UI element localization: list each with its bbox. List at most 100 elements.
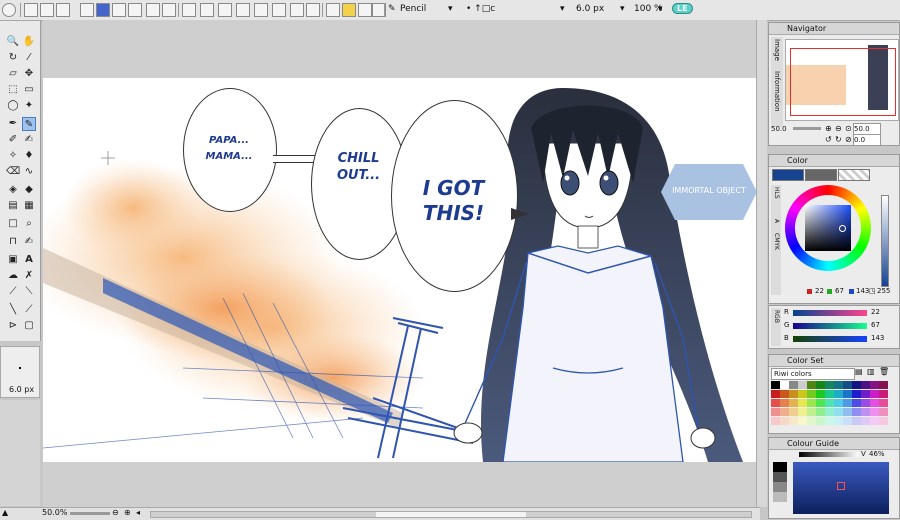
background-color-swatch[interactable] [805, 169, 837, 181]
palette-swatch[interactable] [825, 399, 834, 407]
status-zoom[interactable]: 50.0% [42, 508, 67, 517]
palette-swatch[interactable] [807, 399, 816, 407]
palette-swatch[interactable] [798, 399, 807, 407]
settings-gear-icon[interactable] [2, 3, 16, 17]
color-tab-hls[interactable]: HLS [773, 187, 780, 199]
ruler-icon[interactable] [182, 3, 196, 17]
folder-icon[interactable] [342, 3, 356, 17]
shape-tool-icon[interactable]: ▢ [22, 319, 36, 333]
rect-select-tool-icon[interactable]: ⬚ [6, 83, 20, 97]
open-file-icon[interactable] [40, 3, 54, 17]
palette-swatch[interactable] [879, 390, 888, 398]
palette-swatch[interactable] [798, 417, 807, 425]
vertical-scrollbar[interactable] [756, 20, 767, 507]
palette-swatch[interactable] [789, 390, 798, 398]
scroll-left-icon[interactable]: ◂ [136, 508, 140, 517]
b-slider[interactable] [793, 336, 867, 342]
color-tab-a[interactable]: A [773, 219, 780, 223]
palette-swatch[interactable] [807, 390, 816, 398]
palette-swatch[interactable] [816, 381, 825, 389]
palette-swatch[interactable] [816, 390, 825, 398]
foreground-color-swatch[interactable] [772, 169, 804, 181]
palette-swatch[interactable] [879, 399, 888, 407]
pen-tool-icon[interactable]: ✒ [6, 117, 20, 131]
snapshot-icon[interactable] [128, 3, 142, 17]
frame-tool-icon[interactable]: ▣ [6, 253, 20, 267]
rgb-r-value[interactable]: 22 [871, 308, 880, 316]
navigator-rotation-field[interactable]: 0.0 [853, 134, 881, 146]
rgb-tab[interactable]: RGB [773, 310, 780, 323]
navigator-zoom-preset-icon[interactable]: ⊙ [845, 124, 852, 133]
navigator-tab-information[interactable]: Information [773, 71, 781, 112]
search-layer-icon[interactable]: ⌕ [22, 217, 36, 231]
r-slider[interactable] [793, 310, 867, 316]
brush-size-dropdown-icon[interactable]: ▾ [620, 4, 625, 14]
navigator-reset-rotation-icon[interactable]: ⊘ [845, 135, 852, 144]
zoom-in-icon[interactable]: ⊕ [124, 508, 131, 517]
eyedropper-tool-icon[interactable]: ⁄ [22, 51, 36, 65]
rotate-tool-icon[interactable]: ↻ [6, 51, 20, 65]
lasso-tool-icon[interactable]: ◯ [6, 99, 20, 113]
figure-line-tool-icon[interactable]: ╲ [6, 303, 20, 317]
zoom-out-icon[interactable]: ⊖ [112, 508, 119, 517]
palette-swatch[interactable] [780, 381, 789, 389]
screentone-tool-icon[interactable]: ▦ [22, 199, 36, 213]
palette-swatch[interactable] [798, 381, 807, 389]
balance-icon[interactable] [290, 3, 304, 17]
palette-swatch[interactable] [798, 390, 807, 398]
transparency-icon[interactable] [112, 3, 126, 17]
link-icon[interactable] [218, 3, 232, 17]
navigator-view-rect[interactable] [790, 48, 896, 116]
palette-swatch[interactable] [834, 381, 843, 389]
palette-swatch[interactable] [816, 399, 825, 407]
palette-swatch[interactable] [843, 408, 852, 416]
palette-swatch[interactable] [870, 381, 879, 389]
brush-size-field[interactable]: 6.0 px [576, 4, 604, 14]
palette-swatch[interactable] [852, 399, 861, 407]
palette-swatch[interactable] [825, 381, 834, 389]
palette-swatch[interactable] [843, 390, 852, 398]
poly-select-tool-icon[interactable]: ▭ [22, 83, 36, 97]
zoom-dropdown-icon[interactable]: ▾ [658, 4, 663, 14]
alpha-slider[interactable] [881, 195, 889, 287]
hierarchy-icon[interactable] [306, 3, 320, 17]
palette-swatch[interactable] [816, 408, 825, 416]
tool-name[interactable]: Pencil [400, 4, 426, 14]
palette-swatch[interactable] [861, 417, 870, 425]
palette-swatch[interactable] [816, 417, 825, 425]
brush-tool-icon[interactable]: ✍ [22, 133, 36, 147]
transform-tool-icon[interactable]: ✗ [22, 269, 36, 283]
navigator-zoom-slider[interactable] [793, 127, 821, 130]
curve-tool-icon[interactable]: ⟍ [22, 285, 36, 299]
connect-icon[interactable] [326, 3, 340, 17]
stamp-tool-icon[interactable]: ⊓ [6, 235, 20, 249]
grid-view-icon[interactable] [96, 3, 110, 17]
status-zoom-slider[interactable] [70, 512, 110, 515]
palette-swatch[interactable] [807, 408, 816, 416]
color-set-dropdown[interactable]: Riwi colors [771, 368, 855, 380]
palette-swatch[interactable] [852, 417, 861, 425]
palette-swatch[interactable] [861, 408, 870, 416]
rgb-g-value[interactable]: 67 [871, 321, 880, 329]
layer-icon[interactable] [272, 3, 286, 17]
close-fill-tool-icon[interactable]: ◆ [22, 183, 36, 197]
palette-swatch[interactable] [834, 399, 843, 407]
copy-icon[interactable] [146, 3, 160, 17]
balloon-tool-icon[interactable]: ✍ [22, 235, 36, 249]
palette-swatch[interactable] [771, 408, 780, 416]
palette-swatch[interactable] [807, 417, 816, 425]
palette-swatch[interactable] [879, 381, 888, 389]
ink-tool-icon[interactable]: ♦ [22, 149, 36, 163]
horizontal-scrollbar[interactable] [150, 511, 752, 518]
palette-swatch[interactable] [780, 390, 789, 398]
rectangle-tool-icon[interactable]: □ [6, 217, 20, 231]
palette-swatch[interactable] [870, 390, 879, 398]
tool-dropdown-arrow-icon[interactable]: ▾ [448, 4, 453, 14]
palette-swatch[interactable] [879, 408, 888, 416]
palette-swatch[interactable] [861, 399, 870, 407]
palette-swatch[interactable] [870, 417, 879, 425]
palette-swatch[interactable] [789, 417, 798, 425]
guide-value-bar[interactable] [799, 452, 859, 457]
g-slider[interactable] [793, 323, 867, 329]
palette-swatch[interactable] [870, 408, 879, 416]
